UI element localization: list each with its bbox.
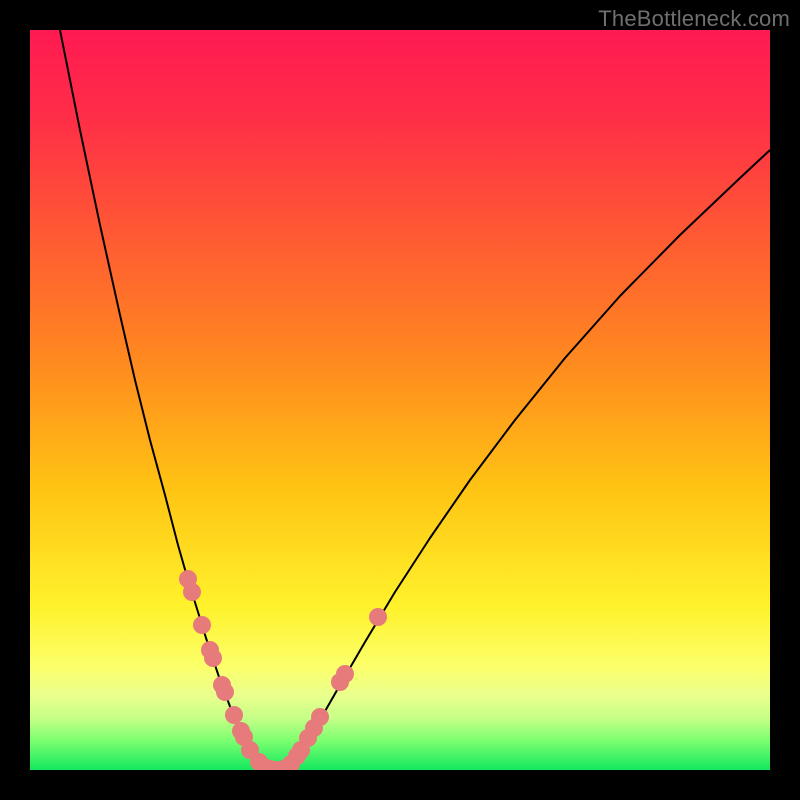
plot-area [30,30,770,770]
marker-dot [369,608,387,626]
attribution-text: TheBottleneck.com [598,6,790,32]
marker-dot [183,583,201,601]
chart-frame: TheBottleneck.com [0,0,800,800]
marker-dot [311,708,329,726]
bottleneck-path [60,30,770,770]
curve-markers [179,570,387,770]
marker-dot [225,706,243,724]
marker-dot [204,649,222,667]
marker-dot [336,665,354,683]
marker-dot [216,683,234,701]
marker-dot [193,616,211,634]
bottleneck-curve [60,30,770,770]
curves-layer [30,30,770,770]
